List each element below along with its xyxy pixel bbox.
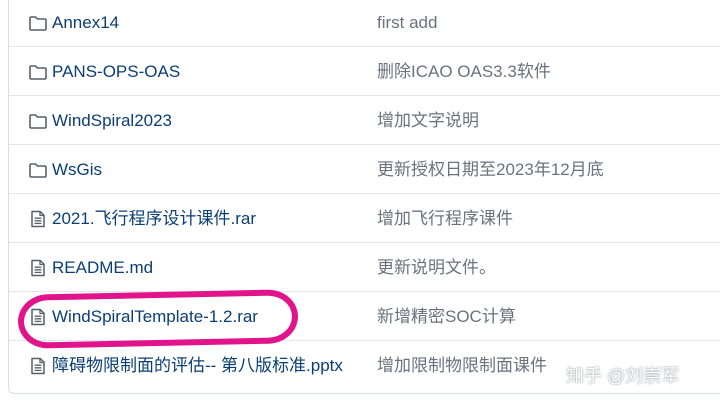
watermark: 知乎 @刘崇军 bbox=[566, 366, 680, 386]
file-icon bbox=[28, 209, 48, 229]
file-row[interactable]: WindSpiralTemplate-1.2.rar 新增精密SOC计算 bbox=[9, 292, 720, 341]
file-icon bbox=[28, 356, 48, 376]
commit-message[interactable]: 增加限制物限制面课件 bbox=[377, 341, 547, 390]
file-name-link[interactable]: 2021.飞行程序设计课件.rar bbox=[52, 194, 256, 243]
folder-icon bbox=[28, 160, 48, 180]
folder-icon bbox=[28, 13, 48, 33]
commit-message[interactable]: 删除ICAO OAS3.3软件 bbox=[377, 47, 551, 96]
file-row[interactable]: PANS-OPS-OAS 删除ICAO OAS3.3软件 bbox=[9, 47, 720, 96]
file-name-link[interactable]: WindSpiralTemplate-1.2.rar bbox=[52, 292, 258, 341]
file-icon bbox=[28, 307, 48, 327]
folder-icon bbox=[28, 111, 48, 131]
file-name-link[interactable]: PANS-OPS-OAS bbox=[52, 47, 180, 96]
file-row[interactable]: 2021.飞行程序设计课件.rar 增加飞行程序课件 bbox=[9, 194, 720, 243]
file-row[interactable]: WsGis 更新授权日期至2023年12月底 bbox=[9, 145, 720, 194]
file-list: Annex14 first add PANS-OPS-OAS 删除ICAO OA… bbox=[8, 0, 720, 394]
file-icon bbox=[28, 258, 48, 278]
file-name-link[interactable]: WsGis bbox=[52, 145, 102, 194]
file-name-link[interactable]: Annex14 bbox=[52, 0, 119, 47]
file-name-link[interactable]: 障碍物限制面的评估-- 第八版标准.pptx bbox=[52, 341, 343, 390]
commit-message[interactable]: 增加文字说明 bbox=[377, 96, 479, 145]
commit-message[interactable]: 增加飞行程序课件 bbox=[377, 194, 513, 243]
file-row[interactable]: Annex14 first add bbox=[9, 0, 720, 47]
file-row[interactable]: WindSpiral2023 增加文字说明 bbox=[9, 96, 720, 145]
commit-message[interactable]: 新增精密SOC计算 bbox=[377, 292, 516, 341]
file-name-link[interactable]: README.md bbox=[52, 243, 153, 292]
file-name-link[interactable]: WindSpiral2023 bbox=[52, 96, 172, 145]
commit-message[interactable]: 更新授权日期至2023年12月底 bbox=[377, 145, 604, 194]
folder-icon bbox=[28, 62, 48, 82]
commit-message[interactable]: first add bbox=[377, 0, 437, 47]
commit-message[interactable]: 更新说明文件。 bbox=[377, 243, 496, 292]
file-row[interactable]: README.md 更新说明文件。 bbox=[9, 243, 720, 292]
